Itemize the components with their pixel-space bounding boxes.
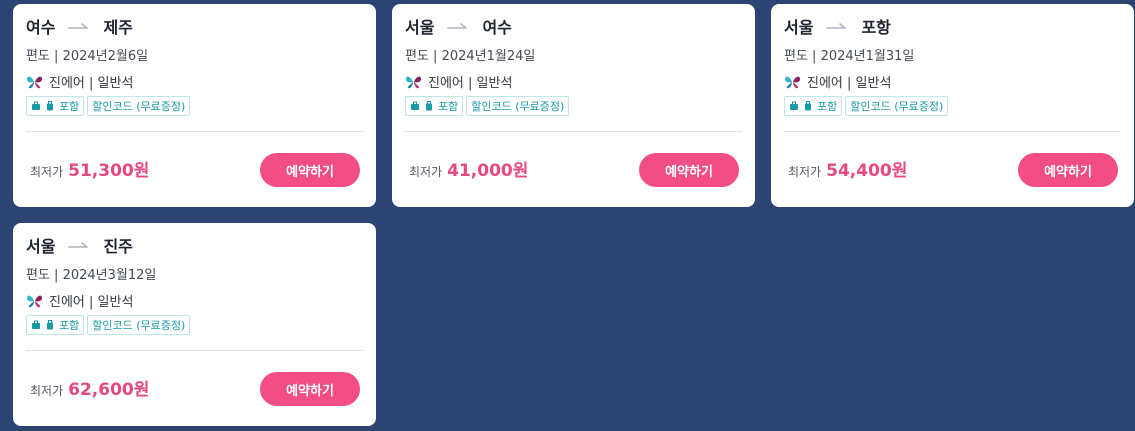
flight-deal-card[interactable]: 여수 제주 편도 | 2024년2월6일 진에어 | 일반석 포함 할인코드 (… (13, 4, 376, 207)
benefit-tags: 포함 할인코드 (무료증정) (26, 96, 191, 116)
origin-city: 서울 (784, 18, 814, 37)
price-value: 62,600원 (68, 380, 150, 400)
suitcase-icon (45, 320, 55, 330)
suitcase-icon (410, 101, 420, 111)
price-label: 최저가 (30, 165, 64, 179)
origin-city: 서울 (405, 18, 435, 37)
card-divider (26, 131, 363, 132)
airline-info: 진에어 | 일반석 (26, 291, 133, 310)
price-value: 41,000원 (447, 161, 529, 181)
book-button[interactable]: 예약하기 (260, 153, 360, 187)
trip-type-date: 편도 | 2024년2월6일 (26, 49, 149, 64)
suitcase-icon (803, 101, 813, 111)
airline-name-class: 진에어 | 일반석 (49, 76, 134, 91)
arrow-right-icon (826, 21, 848, 31)
airline-name-class: 진에어 | 일반석 (807, 76, 892, 91)
baggage-tag-label: 포함 (59, 100, 80, 113)
origin-city: 여수 (26, 18, 56, 37)
suitcase-icon (45, 101, 55, 111)
book-button[interactable]: 예약하기 (1018, 153, 1118, 187)
coupon-tag: 할인코드 (무료증정) (845, 96, 949, 116)
price-label: 최저가 (30, 384, 64, 398)
flight-deal-card[interactable]: 서울 진주 편도 | 2024년3월12일 진에어 | 일반석 포함 할인코드 … (13, 223, 376, 426)
coupon-tag: 할인코드 (무료증정) (87, 96, 191, 116)
baggage-tag: 포함 (784, 96, 843, 116)
airline-name-class: 진에어 | 일반석 (428, 76, 513, 91)
suitcase-icon (789, 101, 799, 111)
price-row: 최저가 54,400원 (788, 156, 908, 181)
card-divider (405, 131, 742, 132)
flight-deal-grid: 여수 제주 편도 | 2024년2월6일 진에어 | 일반석 포함 할인코드 (… (13, 4, 1134, 426)
flight-deal-card[interactable]: 서울 여수 편도 | 2024년1월24일 진에어 | 일반석 포함 할인코드 … (392, 4, 755, 207)
trip-type-date: 편도 | 2024년3월12일 (26, 268, 157, 283)
benefit-tags: 포함 할인코드 (무료증정) (405, 96, 570, 116)
trip-type-date: 편도 | 2024년1월24일 (405, 49, 536, 64)
arrow-right-icon (68, 240, 90, 250)
price-value: 51,300원 (68, 161, 150, 181)
coupon-tag: 할인코드 (무료증정) (87, 315, 191, 335)
price-row: 최저가 62,600원 (30, 375, 150, 400)
trip-type-date: 편도 | 2024년1월31일 (784, 49, 915, 64)
arrow-right-icon (68, 21, 90, 31)
suitcase-icon (31, 320, 41, 330)
jinair-butterfly-logo-icon (26, 75, 43, 89)
card-divider (784, 131, 1121, 132)
coupon-tag: 할인코드 (무료증정) (466, 96, 570, 116)
baggage-tag-label: 포함 (438, 100, 459, 113)
airline-info: 진에어 | 일반석 (26, 72, 133, 91)
jinair-butterfly-logo-icon (784, 75, 801, 89)
airline-info: 진에어 | 일반석 (405, 72, 512, 91)
arrow-right-icon (447, 21, 469, 31)
price-row: 최저가 41,000원 (409, 156, 529, 181)
baggage-tag: 포함 (26, 96, 85, 116)
card-divider (26, 350, 363, 351)
price-row: 최저가 51,300원 (30, 156, 150, 181)
destination-city: 여수 (482, 18, 512, 37)
baggage-tag-label: 포함 (817, 100, 838, 113)
destination-city: 포항 (861, 18, 891, 37)
route-title: 서울 진주 (26, 234, 133, 256)
book-button[interactable]: 예약하기 (260, 372, 360, 406)
destination-city: 진주 (103, 237, 133, 256)
flight-deal-card[interactable]: 서울 포항 편도 | 2024년1월31일 진에어 | 일반석 포함 할인코드 … (771, 4, 1134, 207)
jinair-butterfly-logo-icon (405, 75, 422, 89)
price-value: 54,400원 (826, 161, 908, 181)
baggage-tag: 포함 (26, 315, 85, 335)
benefit-tags: 포함 할인코드 (무료증정) (26, 315, 191, 335)
suitcase-icon (31, 101, 41, 111)
jinair-butterfly-logo-icon (26, 294, 43, 308)
price-label: 최저가 (409, 165, 443, 179)
destination-city: 제주 (103, 18, 133, 37)
price-label: 최저가 (788, 165, 822, 179)
airline-name-class: 진에어 | 일반석 (49, 295, 134, 310)
suitcase-icon (424, 101, 434, 111)
route-title: 여수 제주 (26, 15, 133, 37)
book-button[interactable]: 예약하기 (639, 153, 739, 187)
route-title: 서울 여수 (405, 15, 512, 37)
baggage-tag: 포함 (405, 96, 464, 116)
benefit-tags: 포함 할인코드 (무료증정) (784, 96, 949, 116)
origin-city: 서울 (26, 237, 56, 256)
airline-info: 진에어 | 일반석 (784, 72, 891, 91)
route-title: 서울 포항 (784, 15, 891, 37)
baggage-tag-label: 포함 (59, 319, 80, 332)
